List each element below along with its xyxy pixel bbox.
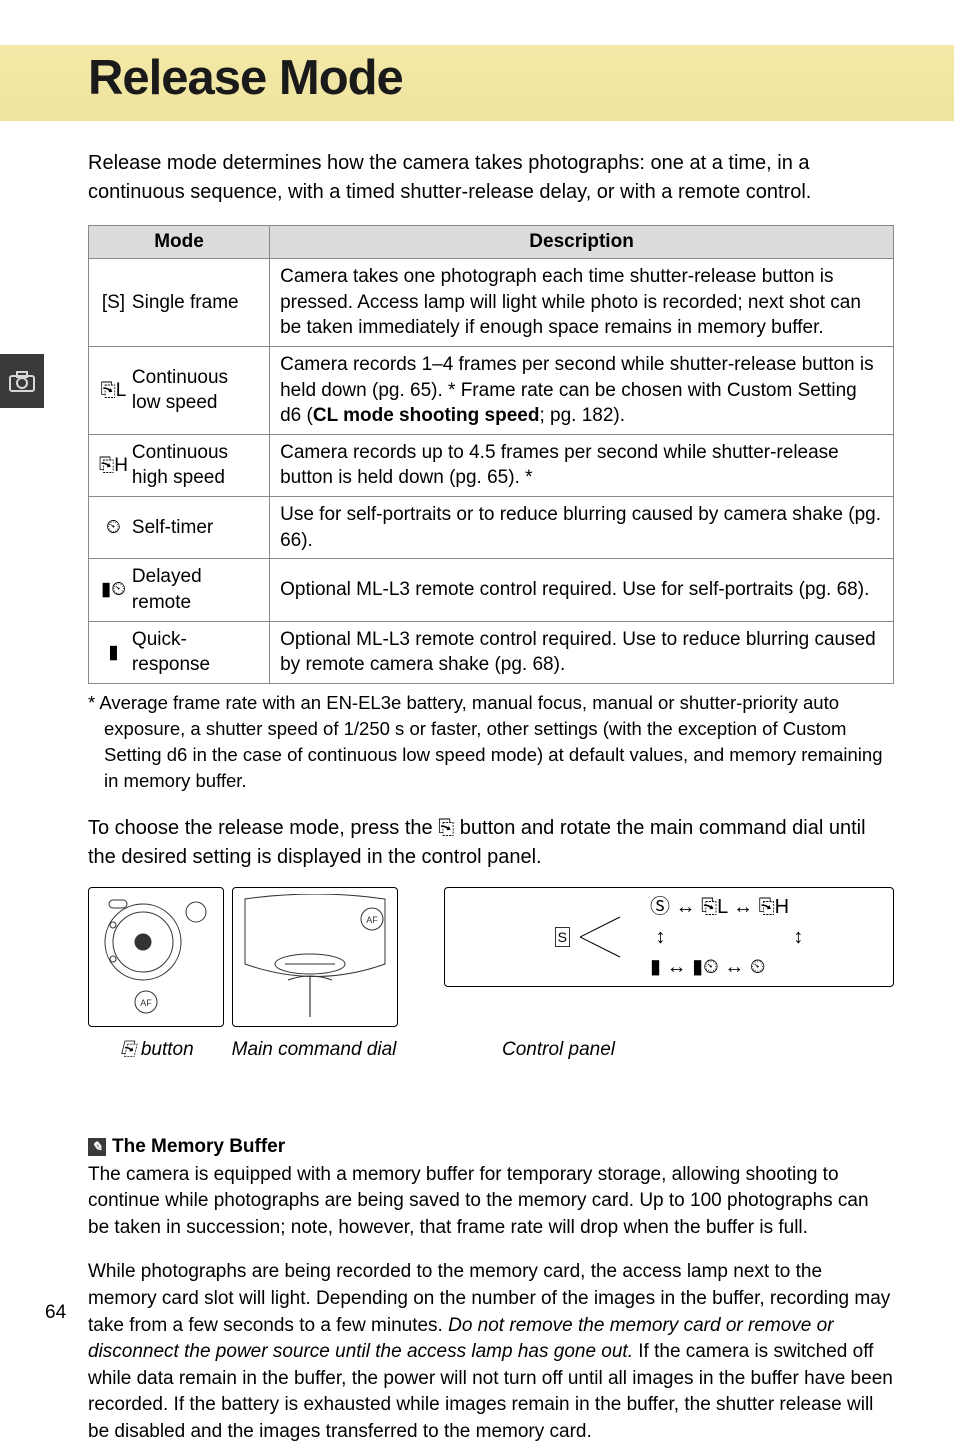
mode-icon: ⎘L [89,346,128,434]
mode-description: Optional ML-L3 remote control required. … [270,621,894,683]
table-row: ⏲ Self-timer Use for self-portraits or t… [89,497,894,559]
mode-description: Camera takes one photograph each time sh… [270,259,894,347]
diagram-row: AF AF S Ⓢ ↔ ⎘L ↔ ⎘H ↕ ↕ ▮ ↔ [88,887,894,1027]
table-row: ⎘L Continuous low speed Camera records 1… [89,346,894,434]
mode-description: Use for self-portraits or to reduce blur… [270,497,894,559]
mode-label: Continuous high speed [128,434,270,496]
release-mode-table: Mode Description [S] Single frame Camera… [88,225,894,684]
info-header: ✎ The Memory Buffer [88,1136,894,1158]
section-tab-icon [0,354,44,408]
choose-text: To choose the release mode, press the ⎘ … [88,814,894,872]
info-paragraph-1: The camera is equipped with a memory buf… [88,1162,894,1242]
page-number: 64 [45,1302,66,1324]
control-panel-diagram: S Ⓢ ↔ ⎘L ↔ ⎘H ↕ ↕ ▮ ↔ ▮⏲ ↔ ⏲ [444,887,894,987]
svg-text:AF: AF [366,915,378,925]
footnote: * Average frame rate with an EN-EL3e bat… [88,690,894,794]
info-title: The Memory Buffer [112,1136,285,1158]
mode-description: Optional ML-L3 remote control required. … [270,559,894,621]
info-paragraph-2: While photographs are being recorded to … [88,1259,894,1445]
mode-description: Camera records 1–4 frames per second whi… [270,346,894,434]
table-row: ⎘H Continuous high speed Camera records … [89,434,894,496]
mode-label: Continuous low speed [128,346,270,434]
intro-text: Release mode determines how the camera t… [88,149,894,207]
mode-icon: ▮ [89,621,128,683]
header-mode: Mode [89,226,270,259]
table-row: [S] Single frame Camera takes one photog… [89,259,894,347]
mode-label: Delayed remote [128,559,270,621]
caption-dial: Main command dial [226,1039,402,1061]
header-description: Description [270,226,894,259]
mode-icon: ▮⏲ [89,559,128,621]
mode-label: Quick-response [128,621,270,683]
dial-diagram: AF [232,887,398,1027]
caption-panel: Control panel [502,1039,722,1061]
mode-label: Self-timer [128,497,270,559]
button-diagram: AF [88,887,224,1027]
caption-row: ⎘ button Main command dial Control panel [88,1039,894,1061]
mode-icon: ⏲ [89,497,128,559]
mode-icon: [S] [89,259,128,347]
mode-description: Camera records up to 4.5 frames per seco… [270,434,894,496]
caption-button: ⎘ button [88,1039,226,1061]
svg-text:AF: AF [140,998,152,1008]
mode-label: Single frame [128,259,270,347]
mode-icon: ⎘H [89,434,128,496]
table-row: ▮⏲ Delayed remote Optional ML-L3 remote … [89,559,894,621]
table-row: ▮ Quick-response Optional ML-L3 remote c… [89,621,894,683]
mode-cycle: Ⓢ ↔ ⎘L ↔ ⎘H ↕ ↕ ▮ ↔ ▮⏲ ↔ ⏲ [650,892,803,982]
info-icon: ✎ [88,1138,106,1156]
title-bar: Release Mode [0,45,954,121]
page-title: Release Mode [88,50,954,106]
